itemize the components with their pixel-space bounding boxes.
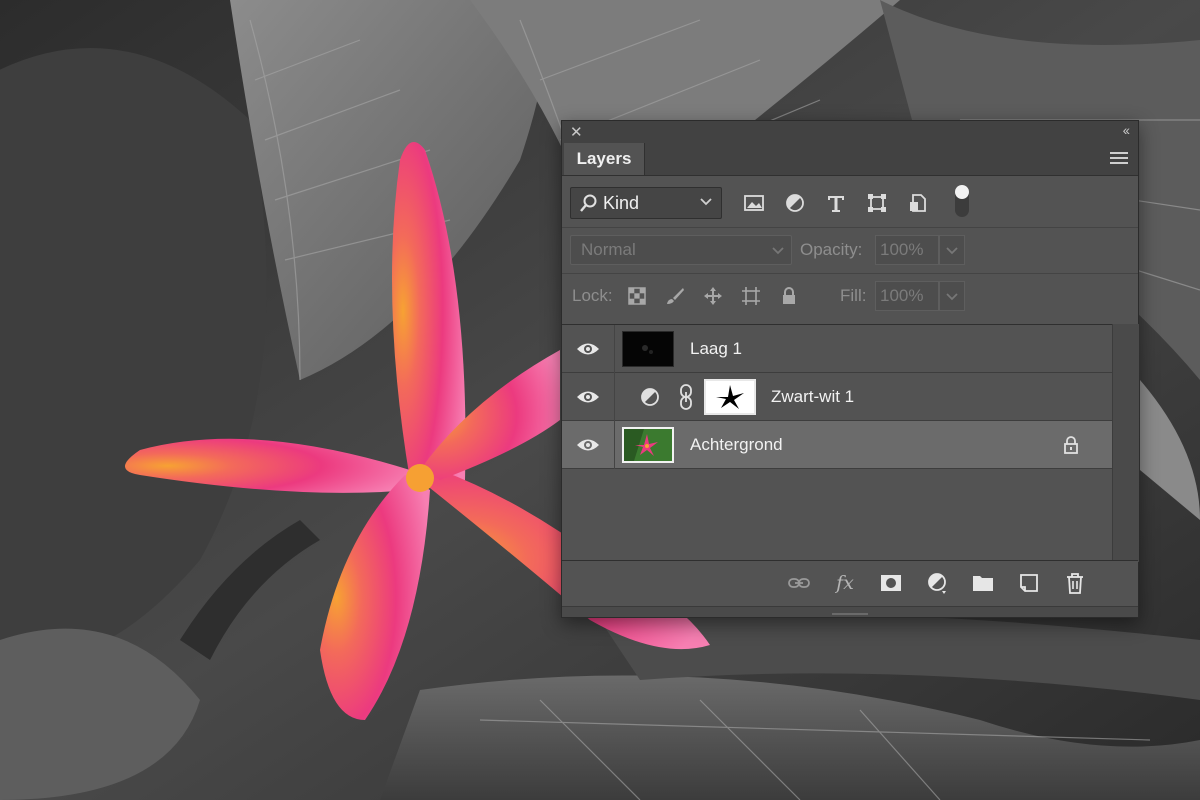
lock-transparent-icon[interactable] bbox=[626, 285, 648, 307]
panel-footer: fx bbox=[562, 560, 1138, 617]
thumbnail-image bbox=[624, 429, 672, 461]
lock-row: Lock: Fill: 100% bbox=[570, 281, 1130, 313]
new-adjustment-icon[interactable] bbox=[924, 571, 950, 595]
visibility-toggle[interactable] bbox=[562, 373, 615, 421]
add-mask-icon[interactable] bbox=[878, 571, 904, 595]
artboard-icon[interactable] bbox=[740, 285, 762, 307]
panel-titlebar: ✕ ‹‹ bbox=[562, 121, 1138, 144]
blend-mode-select[interactable]: Normal bbox=[570, 235, 792, 265]
opacity-field[interactable]: 100% bbox=[875, 235, 939, 265]
collapse-icon[interactable]: ‹‹ bbox=[1123, 122, 1130, 138]
lock-icon bbox=[1064, 436, 1078, 454]
new-group-icon[interactable] bbox=[970, 571, 996, 595]
link-mask-icon[interactable] bbox=[678, 384, 694, 410]
layer-mask-thumbnail[interactable] bbox=[704, 379, 756, 415]
panel-tab-row: Layers bbox=[562, 143, 1138, 176]
divider bbox=[562, 227, 1138, 228]
fill-field[interactable]: 100% bbox=[875, 281, 939, 311]
layer-thumbnail bbox=[622, 331, 674, 367]
layer-row-achtergrond[interactable]: Achtergrond bbox=[562, 421, 1112, 469]
chevron-down-icon bbox=[700, 198, 712, 206]
layer-name[interactable]: Achtergrond bbox=[690, 435, 783, 455]
adjustment-layer-icon bbox=[641, 388, 659, 406]
blend-row: Normal Opacity: 100% bbox=[570, 235, 1130, 267]
layer-row-zwart-wit-1[interactable]: Zwart-wit 1 bbox=[562, 373, 1112, 421]
filter-row: Kind bbox=[570, 185, 1130, 221]
chevron-down-icon bbox=[946, 247, 958, 255]
fill-label: Fill: bbox=[840, 286, 867, 305]
adjustment-filter-icon[interactable] bbox=[783, 191, 807, 215]
fill-dropdown-button[interactable] bbox=[939, 281, 965, 311]
divider bbox=[562, 273, 1138, 274]
panel-menu-icon[interactable] bbox=[1110, 152, 1128, 166]
fx-icon[interactable]: fx bbox=[832, 571, 858, 595]
shape-filter-icon[interactable] bbox=[865, 191, 889, 215]
visibility-toggle[interactable] bbox=[562, 325, 615, 373]
eye-icon bbox=[577, 391, 599, 403]
move-icon[interactable] bbox=[702, 285, 724, 307]
fx-label: fx bbox=[836, 572, 854, 594]
filter-toggle-switch[interactable] bbox=[952, 183, 972, 219]
chevron-down-icon bbox=[772, 247, 784, 255]
kind-filter-label: Kind bbox=[603, 192, 640, 213]
brush-icon[interactable] bbox=[664, 285, 686, 307]
layers-list: Laag 1 Zwart-wit 1 Achtergrond bbox=[562, 324, 1112, 563]
eye-icon bbox=[577, 439, 599, 451]
layer-row-laag-1[interactable]: Laag 1 bbox=[562, 325, 1112, 373]
visibility-toggle[interactable] bbox=[562, 421, 615, 469]
smart-object-filter-icon[interactable] bbox=[906, 191, 930, 215]
chevron-down-icon bbox=[946, 293, 958, 301]
eye-icon bbox=[577, 343, 599, 355]
image-filter-icon[interactable] bbox=[742, 191, 766, 215]
trash-icon[interactable] bbox=[1062, 571, 1088, 595]
lock-all-icon[interactable] bbox=[778, 285, 800, 307]
kind-filter-select[interactable]: Kind bbox=[570, 187, 722, 219]
tab-layers[interactable]: Layers bbox=[564, 143, 645, 175]
opacity-dropdown-button[interactable] bbox=[939, 235, 965, 265]
type-filter-icon[interactable] bbox=[824, 191, 848, 215]
search-icon bbox=[580, 194, 597, 212]
layers-panel: ✕ ‹‹ Layers Kind Normal Opacity: 100% Lo… bbox=[561, 120, 1139, 618]
mask-flower-shape bbox=[716, 385, 744, 409]
new-layer-icon[interactable] bbox=[1016, 571, 1042, 595]
blend-mode-value: Normal bbox=[581, 240, 636, 259]
thumbnail-image bbox=[642, 345, 653, 354]
close-icon[interactable]: ✕ bbox=[570, 123, 583, 141]
layers-scrollbar[interactable] bbox=[1112, 324, 1139, 562]
opacity-label: Opacity: bbox=[800, 240, 863, 259]
resize-grip[interactable] bbox=[832, 613, 868, 615]
panel-resize-bar[interactable] bbox=[562, 606, 1138, 617]
layer-name[interactable]: Zwart-wit 1 bbox=[771, 387, 854, 407]
layer-thumbnail bbox=[622, 427, 674, 463]
lock-label: Lock: bbox=[572, 286, 613, 305]
layer-name[interactable]: Laag 1 bbox=[690, 339, 742, 359]
link-layers-icon[interactable] bbox=[786, 571, 812, 595]
